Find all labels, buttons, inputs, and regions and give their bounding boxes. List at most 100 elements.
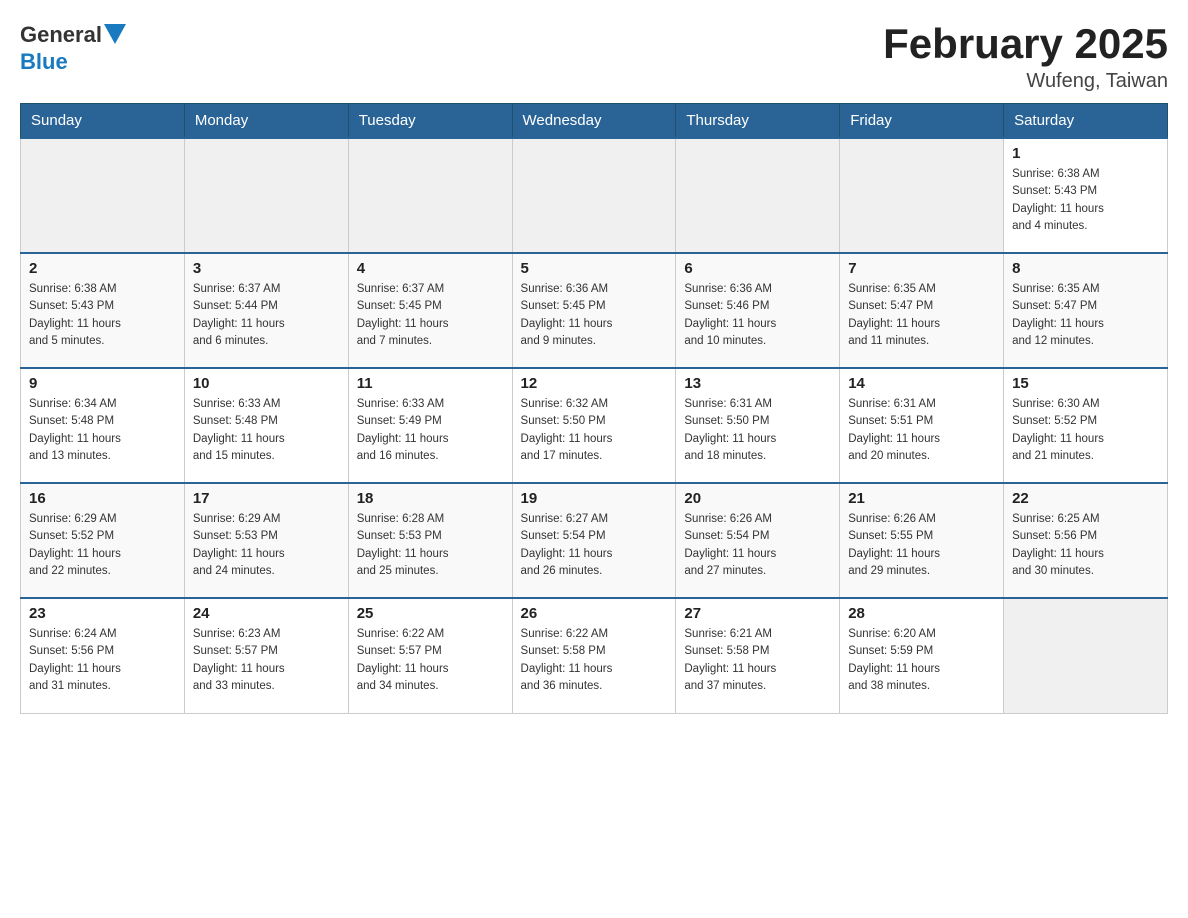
calendar-cell: 9 Sunrise: 6:34 AM Sunset: 5:48 PM Daylig… [21, 368, 185, 483]
day-info: Sunrise: 6:35 AM Sunset: 5:47 PM Dayligh… [1012, 281, 1159, 350]
calendar-header-tuesday: Tuesday [348, 104, 512, 139]
day-info: Sunrise: 6:38 AM Sunset: 5:43 PM Dayligh… [1012, 166, 1159, 235]
day-info: Sunrise: 6:29 AM Sunset: 5:53 PM Dayligh… [193, 511, 340, 580]
calendar-cell: 15 Sunrise: 6:30 AM Sunset: 5:52 PM Dayli… [1004, 368, 1168, 483]
location-subtitle: Wufeng, Taiwan [883, 70, 1168, 93]
day-info: Sunrise: 6:21 AM Sunset: 5:58 PM Dayligh… [684, 626, 831, 695]
calendar-header-friday: Friday [840, 104, 1004, 139]
calendar-cell: 21 Sunrise: 6:26 AM Sunset: 5:55 PM Dayli… [840, 483, 1004, 598]
day-number: 11 [357, 375, 504, 392]
calendar-cell [21, 138, 185, 253]
calendar-week-row-2: 2Sunrise: 6:38 AM Sunset: 5:43 PM Daylig… [21, 253, 1168, 368]
day-info: Sunrise: 6:37 AM Sunset: 5:45 PM Dayligh… [357, 281, 504, 350]
day-info: Sunrise: 6:26 AM Sunset: 5:54 PM Dayligh… [684, 511, 831, 580]
calendar-cell: 3 Sunrise: 6:37 AM Sunset: 5:44 PM Daylig… [184, 253, 348, 368]
day-number: 28 [848, 605, 995, 622]
day-number: 15 [1012, 375, 1159, 392]
calendar-cell: 7Sunrise: 6:35 AM Sunset: 5:47 PM Daylig… [840, 253, 1004, 368]
calendar-cell [1004, 598, 1168, 713]
logo-general-text: General [20, 22, 102, 48]
day-info: Sunrise: 6:33 AM Sunset: 5:49 PM Dayligh… [357, 396, 504, 465]
day-number: 4 [357, 260, 504, 277]
calendar-cell: 8 Sunrise: 6:35 AM Sunset: 5:47 PM Daylig… [1004, 253, 1168, 368]
calendar-table: SundayMondayTuesdayWednesdayThursdayFrid… [20, 103, 1168, 714]
calendar-cell: 17Sunrise: 6:29 AM Sunset: 5:53 PM Dayli… [184, 483, 348, 598]
calendar-cell: 12 Sunrise: 6:32 AM Sunset: 5:50 PM Dayli… [512, 368, 676, 483]
calendar-cell [840, 138, 1004, 253]
day-info: Sunrise: 6:29 AM Sunset: 5:52 PM Dayligh… [29, 511, 176, 580]
day-number: 10 [193, 375, 340, 392]
calendar-cell: 16 Sunrise: 6:29 AM Sunset: 5:52 PM Dayli… [21, 483, 185, 598]
day-info: Sunrise: 6:36 AM Sunset: 5:45 PM Dayligh… [521, 281, 668, 350]
calendar-cell: 24 Sunrise: 6:23 AM Sunset: 5:57 PM Dayli… [184, 598, 348, 713]
day-info: Sunrise: 6:27 AM Sunset: 5:54 PM Dayligh… [521, 511, 668, 580]
day-number: 14 [848, 375, 995, 392]
calendar-week-row-4: 16 Sunrise: 6:29 AM Sunset: 5:52 PM Dayli… [21, 483, 1168, 598]
calendar-header-saturday: Saturday [1004, 104, 1168, 139]
day-number: 13 [684, 375, 831, 392]
day-number: 24 [193, 605, 340, 622]
day-info: Sunrise: 6:24 AM Sunset: 5:56 PM Dayligh… [29, 626, 176, 695]
day-info: Sunrise: 6:34 AM Sunset: 5:48 PM Dayligh… [29, 396, 176, 465]
day-number: 21 [848, 490, 995, 507]
calendar-cell: 22Sunrise: 6:25 AM Sunset: 5:56 PM Dayli… [1004, 483, 1168, 598]
calendar-week-row-5: 23 Sunrise: 6:24 AM Sunset: 5:56 PM Dayli… [21, 598, 1168, 713]
calendar-cell: 14 Sunrise: 6:31 AM Sunset: 5:51 PM Dayli… [840, 368, 1004, 483]
calendar-cell: 19 Sunrise: 6:27 AM Sunset: 5:54 PM Dayli… [512, 483, 676, 598]
calendar-cell: 2Sunrise: 6:38 AM Sunset: 5:43 PM Daylig… [21, 253, 185, 368]
month-title: February 2025 [883, 20, 1168, 68]
page-header: General Blue February 2025 Wufeng, Taiwa… [20, 20, 1168, 93]
day-number: 19 [521, 490, 668, 507]
day-number: 7 [848, 260, 995, 277]
calendar-header-monday: Monday [184, 104, 348, 139]
day-info: Sunrise: 6:31 AM Sunset: 5:50 PM Dayligh… [684, 396, 831, 465]
day-number: 9 [29, 375, 176, 392]
day-number: 18 [357, 490, 504, 507]
day-number: 8 [1012, 260, 1159, 277]
calendar-header-sunday: Sunday [21, 104, 185, 139]
calendar-header-row: SundayMondayTuesdayWednesdayThursdayFrid… [21, 104, 1168, 139]
calendar-cell: 18 Sunrise: 6:28 AM Sunset: 5:53 PM Dayli… [348, 483, 512, 598]
day-info: Sunrise: 6:37 AM Sunset: 5:44 PM Dayligh… [193, 281, 340, 350]
calendar-cell: 27 Sunrise: 6:21 AM Sunset: 5:58 PM Dayli… [676, 598, 840, 713]
day-info: Sunrise: 6:30 AM Sunset: 5:52 PM Dayligh… [1012, 396, 1159, 465]
day-info: Sunrise: 6:26 AM Sunset: 5:55 PM Dayligh… [848, 511, 995, 580]
calendar-cell [348, 138, 512, 253]
day-number: 25 [357, 605, 504, 622]
day-number: 6 [684, 260, 831, 277]
day-info: Sunrise: 6:23 AM Sunset: 5:57 PM Dayligh… [193, 626, 340, 695]
day-info: Sunrise: 6:28 AM Sunset: 5:53 PM Dayligh… [357, 511, 504, 580]
day-info: Sunrise: 6:36 AM Sunset: 5:46 PM Dayligh… [684, 281, 831, 350]
day-number: 5 [521, 260, 668, 277]
calendar-cell [676, 138, 840, 253]
calendar-cell: 1 Sunrise: 6:38 AM Sunset: 5:43 PM Daylig… [1004, 138, 1168, 253]
day-number: 12 [521, 375, 668, 392]
calendar-header-wednesday: Wednesday [512, 104, 676, 139]
calendar-week-row-3: 9 Sunrise: 6:34 AM Sunset: 5:48 PM Daylig… [21, 368, 1168, 483]
calendar-cell: 10 Sunrise: 6:33 AM Sunset: 5:48 PM Dayli… [184, 368, 348, 483]
calendar-week-row-1: 1 Sunrise: 6:38 AM Sunset: 5:43 PM Daylig… [21, 138, 1168, 253]
calendar-cell: 6 Sunrise: 6:36 AM Sunset: 5:46 PM Daylig… [676, 253, 840, 368]
day-number: 23 [29, 605, 176, 622]
calendar-cell [512, 138, 676, 253]
day-number: 22 [1012, 490, 1159, 507]
day-number: 27 [684, 605, 831, 622]
day-info: Sunrise: 6:31 AM Sunset: 5:51 PM Dayligh… [848, 396, 995, 465]
day-info: Sunrise: 6:22 AM Sunset: 5:57 PM Dayligh… [357, 626, 504, 695]
day-info: Sunrise: 6:33 AM Sunset: 5:48 PM Dayligh… [193, 396, 340, 465]
day-number: 20 [684, 490, 831, 507]
logo-blue-text: Blue [20, 49, 68, 74]
calendar-cell: 13 Sunrise: 6:31 AM Sunset: 5:50 PM Dayli… [676, 368, 840, 483]
title-section: February 2025 Wufeng, Taiwan [883, 20, 1168, 93]
day-info: Sunrise: 6:32 AM Sunset: 5:50 PM Dayligh… [521, 396, 668, 465]
calendar-header-thursday: Thursday [676, 104, 840, 139]
day-number: 3 [193, 260, 340, 277]
day-number: 16 [29, 490, 176, 507]
logo: General Blue [20, 20, 126, 75]
day-info: Sunrise: 6:22 AM Sunset: 5:58 PM Dayligh… [521, 626, 668, 695]
day-number: 26 [521, 605, 668, 622]
calendar-cell: 28Sunrise: 6:20 AM Sunset: 5:59 PM Dayli… [840, 598, 1004, 713]
day-number: 1 [1012, 145, 1159, 162]
calendar-cell: 25 Sunrise: 6:22 AM Sunset: 5:57 PM Dayli… [348, 598, 512, 713]
day-info: Sunrise: 6:38 AM Sunset: 5:43 PM Dayligh… [29, 281, 176, 350]
